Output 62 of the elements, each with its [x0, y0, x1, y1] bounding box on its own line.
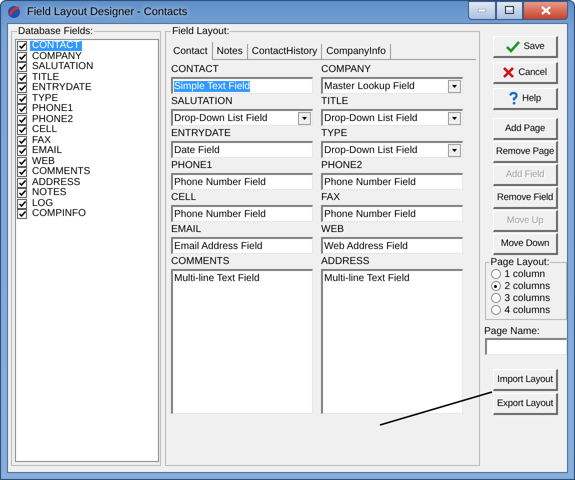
group-label: Field Layout: [171, 26, 230, 37]
dropdown[interactable]: Master Lookup Field [321, 77, 464, 94]
text-field[interactable]: Phone Number Field [321, 173, 464, 190]
field-label: PHONE1 [171, 159, 214, 173]
list-item[interactable]: LOG [30, 198, 56, 209]
button[interactable]: Import Layout [493, 369, 558, 391]
text-field[interactable]: Phone Number Field [171, 205, 314, 222]
text-field[interactable]: Date Field [171, 141, 314, 158]
button[interactable]: Remove Field [493, 187, 558, 209]
dropdown[interactable]: Drop-Down List Field [321, 109, 464, 126]
list-item[interactable]: NOTES [30, 188, 68, 198]
list-item[interactable]: ENTRYDATE [30, 83, 94, 94]
list-item[interactable]: PHONE2 [30, 114, 76, 125]
group-label: Page Layout: [490, 257, 550, 268]
field-label: TYPE [321, 127, 348, 141]
text-area[interactable]: Multi-line Text Field [321, 269, 464, 414]
text-field[interactable]: Email Address Field [171, 237, 314, 254]
list-item[interactable]: ADDRESS [30, 178, 82, 188]
text-field[interactable]: Phone Number Field [171, 173, 314, 190]
list-item[interactable]: TITLE [30, 72, 62, 83]
text-area[interactable]: Multi-line Text Field [171, 269, 314, 414]
radio-label: 4 columns [504, 304, 550, 316]
button[interactable]: Cancel [493, 62, 558, 84]
field-label: COMPANY [321, 63, 372, 77]
field-label: WEB [321, 223, 345, 237]
list-item[interactable]: CELL [30, 125, 60, 136]
field-label: FAX [321, 191, 342, 205]
list-item[interactable]: COMPINFO [30, 209, 88, 220]
button[interactable]: Help [493, 88, 558, 110]
field-label: Page Name: [484, 326, 540, 337]
tab[interactable]: Contact [169, 42, 213, 60]
field-label: CONTACT [171, 63, 220, 77]
button[interactable]: Export Layout [493, 393, 558, 415]
list-item[interactable]: SALUTATION [30, 62, 96, 72]
field-label: CELL [171, 191, 198, 205]
field-label: ENTRYDATE [171, 127, 232, 141]
field-label: ADDRESS [321, 255, 370, 269]
list-item[interactable]: PHONE1 [30, 104, 76, 114]
field-label: COMMENTS [171, 255, 230, 269]
list-item[interactable]: WEB [30, 156, 57, 167]
list-item[interactable]: COMPANY [30, 52, 84, 62]
field-label: SALUTATION [171, 95, 234, 109]
field-label: EMAIL [171, 223, 202, 237]
button[interactable]: Remove Page [493, 141, 558, 163]
window-title: Field Layout Designer - Contacts [27, 6, 188, 18]
button[interactable]: Save [493, 36, 558, 58]
radio-label: 2 columns [504, 280, 550, 292]
radio-label: 3 columns [504, 292, 550, 304]
dropdown[interactable]: Drop-Down List Field [321, 141, 464, 158]
list-item[interactable]: EMAIL [30, 146, 64, 156]
field-label: PHONE2 [321, 159, 364, 173]
text-field[interactable]: Phone Number Field [321, 205, 464, 222]
list-item[interactable]: FAX [30, 136, 53, 146]
button[interactable]: Move Down [493, 233, 558, 255]
button[interactable]: Add Page [493, 118, 558, 140]
dropdown[interactable]: Drop-Down List Field [171, 109, 314, 126]
radio-label: 1 column [504, 268, 546, 280]
list-item[interactable]: COMMENTS [30, 167, 92, 178]
group-label: Database Fields: [17, 26, 94, 37]
list-item[interactable]: TYPE [30, 94, 60, 104]
field-label: TITLE [321, 95, 350, 109]
text-field[interactable]: Web Address Field [321, 237, 464, 254]
